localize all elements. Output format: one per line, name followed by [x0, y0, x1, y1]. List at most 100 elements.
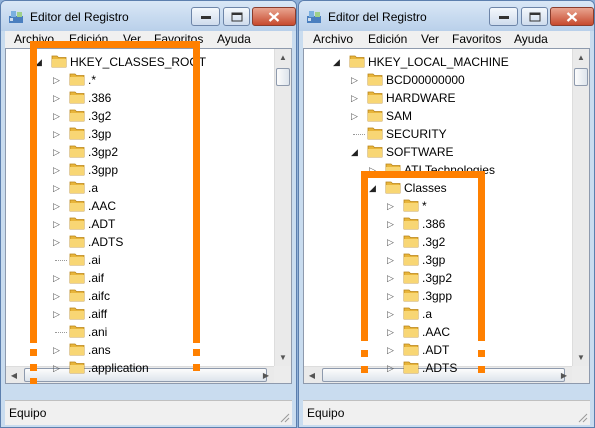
title-bar[interactable]: Editor del Registro — [299, 1, 594, 31]
expand-arrow-icon[interactable]: ▷ — [351, 111, 358, 122]
close-button[interactable] — [550, 7, 594, 26]
tree-item[interactable]: ▷ HARDWARE — [304, 89, 572, 107]
tree-item-label: .3g2 — [422, 235, 446, 249]
expand-arrow-icon[interactable]: ▷ — [53, 273, 60, 284]
collapse-arrow-icon[interactable]: ◢ — [351, 147, 358, 158]
tree-item[interactable]: ▷ .3g2 — [6, 107, 274, 125]
expand-arrow-icon[interactable]: ▷ — [53, 75, 60, 86]
tree-item[interactable]: ▷ .3g2 — [304, 233, 572, 251]
menu-favoritos[interactable]: Favoritos — [452, 32, 501, 46]
expand-arrow-icon[interactable]: ▷ — [53, 183, 60, 194]
minimize-icon — [498, 15, 509, 19]
expand-arrow-icon[interactable]: ▷ — [53, 165, 60, 176]
menu-ayuda[interactable]: Ayuda — [217, 32, 251, 46]
tree-item[interactable]: ◢ SOFTWARE — [304, 143, 572, 161]
tree-item[interactable]: ▷ .application — [6, 359, 274, 377]
vertical-scrollbar[interactable]: ▲ ▼ — [274, 49, 291, 366]
expand-arrow-icon[interactable]: ▷ — [53, 111, 60, 122]
menu-ayuda[interactable]: Ayuda — [514, 32, 548, 46]
tree-item[interactable]: ▷ .AAC — [304, 323, 572, 341]
maximize-button[interactable] — [521, 7, 548, 26]
tree-item[interactable]: .ani — [6, 323, 274, 341]
expand-arrow-icon[interactable]: ▷ — [387, 273, 394, 284]
expand-arrow-icon[interactable]: ▷ — [351, 75, 358, 86]
tree-item[interactable]: ▷ .3gpp — [6, 161, 274, 179]
expand-arrow-icon[interactable]: ▷ — [53, 129, 60, 140]
menu-archivo[interactable]: Archivo — [313, 32, 353, 46]
tree-item[interactable]: ▷ .386 — [6, 89, 274, 107]
scroll-down-icon[interactable]: ▼ — [275, 349, 291, 366]
collapse-arrow-icon[interactable]: ◢ — [369, 183, 376, 194]
expand-arrow-icon[interactable]: ▷ — [53, 219, 60, 230]
expand-arrow-icon[interactable]: ▷ — [387, 255, 394, 266]
tree-item[interactable]: ▷ .ans — [6, 341, 274, 359]
expand-arrow-icon[interactable]: ▷ — [387, 219, 394, 230]
expand-arrow-icon[interactable]: ▷ — [351, 93, 358, 104]
expand-arrow-icon[interactable]: ▷ — [53, 237, 60, 248]
minimize-button[interactable] — [489, 7, 518, 26]
tree-root-item[interactable]: ◢ HKEY_LOCAL_MACHINE — [304, 53, 572, 71]
tree-item[interactable]: ▷ .* — [6, 71, 274, 89]
expand-arrow-icon[interactable]: ▷ — [53, 201, 60, 212]
minimize-button[interactable] — [191, 7, 220, 26]
close-button[interactable] — [252, 7, 296, 26]
tree-item[interactable]: ▷ .3gp2 — [304, 269, 572, 287]
vertical-scrollbar[interactable]: ▲ ▼ — [572, 49, 589, 366]
expand-arrow-icon[interactable]: ▷ — [387, 201, 394, 212]
folder-icon — [69, 343, 85, 356]
tree-item[interactable]: SECURITY — [304, 125, 572, 143]
title-bar[interactable]: Editor del Registro — [1, 1, 296, 31]
tree-item[interactable]: ▷ .386 — [304, 215, 572, 233]
tree-item[interactable]: ▷ .a — [6, 179, 274, 197]
expand-arrow-icon[interactable]: ▷ — [53, 363, 60, 374]
expand-arrow-icon[interactable]: ▷ — [53, 309, 60, 320]
expand-arrow-icon[interactable]: ▷ — [387, 309, 394, 320]
expand-arrow-icon[interactable]: ▷ — [53, 147, 60, 158]
tree-item-label: .386 — [88, 91, 112, 105]
tree-item[interactable]: ▷ .ADTS — [6, 233, 274, 251]
tree-item[interactable]: ▷ BCD00000000 — [304, 71, 572, 89]
tree-item[interactable]: ▷ .ADT — [304, 341, 572, 359]
tree-item[interactable]: ▷ .3gpp — [304, 287, 572, 305]
tree-root-item[interactable]: ◢ HKEY_CLASSES_ROOT — [6, 53, 274, 71]
scroll-down-icon[interactable]: ▼ — [573, 349, 589, 366]
collapse-arrow-icon[interactable]: ◢ — [333, 57, 340, 68]
tree-item[interactable]: ▷ .aif — [6, 269, 274, 287]
tree-item[interactable]: ▷ .a — [304, 305, 572, 323]
tree-item[interactable]: ▷ .aifc — [6, 287, 274, 305]
resize-grip-icon[interactable] — [578, 413, 588, 423]
registry-app-icon — [307, 11, 321, 23]
tree-item[interactable]: ▷ .3gp — [304, 251, 572, 269]
scroll-up-icon[interactable]: ▲ — [275, 49, 291, 66]
menu-ver[interactable]: Ver — [421, 32, 439, 46]
folder-icon — [403, 325, 419, 338]
tree-item-label: .3gp2 — [422, 271, 453, 285]
tree-item[interactable]: ▷ .3gp — [6, 125, 274, 143]
expand-arrow-icon[interactable]: ▷ — [53, 345, 60, 356]
tree-item-classes[interactable]: ◢ Classes — [304, 179, 572, 197]
expand-arrow-icon[interactable]: ▷ — [387, 291, 394, 302]
tree-item[interactable]: ▷ .3gp2 — [6, 143, 274, 161]
tree-item[interactable]: ▷ * — [304, 197, 572, 215]
expand-arrow-icon[interactable]: ▷ — [387, 345, 394, 356]
expand-arrow-icon[interactable]: ▷ — [53, 93, 60, 104]
tree-item[interactable]: .ai — [6, 251, 274, 269]
menu-edicion[interactable]: Edición — [368, 32, 407, 46]
expand-arrow-icon[interactable]: ▷ — [387, 363, 394, 374]
tree-item[interactable]: ▷ .aiff — [6, 305, 274, 323]
vertical-scroll-thumb[interactable] — [574, 68, 588, 86]
vertical-scroll-thumb[interactable] — [276, 68, 290, 86]
registry-tree[interactable]: ▲ ▼ ◀ ▶ ◢ HKEY_LOCAL_MACHINE ▷ BCD00000000 ▷… — [303, 48, 590, 384]
tree-item[interactable]: ▷ SAM — [304, 107, 572, 125]
expand-arrow-icon[interactable]: ▷ — [53, 291, 60, 302]
resize-grip-icon[interactable] — [280, 413, 290, 423]
folder-icon — [69, 145, 85, 158]
expand-arrow-icon[interactable]: ▷ — [387, 237, 394, 248]
expand-arrow-icon[interactable]: ▷ — [387, 327, 394, 338]
registry-tree[interactable]: ▲ ▼ ◀ ▶ ◢ HKEY_CLASSES_ROOT ▷ .* ▷ .386 ▷ .3g2 ▷… — [5, 48, 292, 384]
scroll-up-icon[interactable]: ▲ — [573, 49, 589, 66]
tree-item[interactable]: ▷ .AAC — [6, 197, 274, 215]
maximize-button[interactable] — [223, 7, 250, 26]
tree-item[interactable]: ▷ .ADT — [6, 215, 274, 233]
tree-item[interactable]: ▷ .ADTS — [304, 359, 572, 377]
